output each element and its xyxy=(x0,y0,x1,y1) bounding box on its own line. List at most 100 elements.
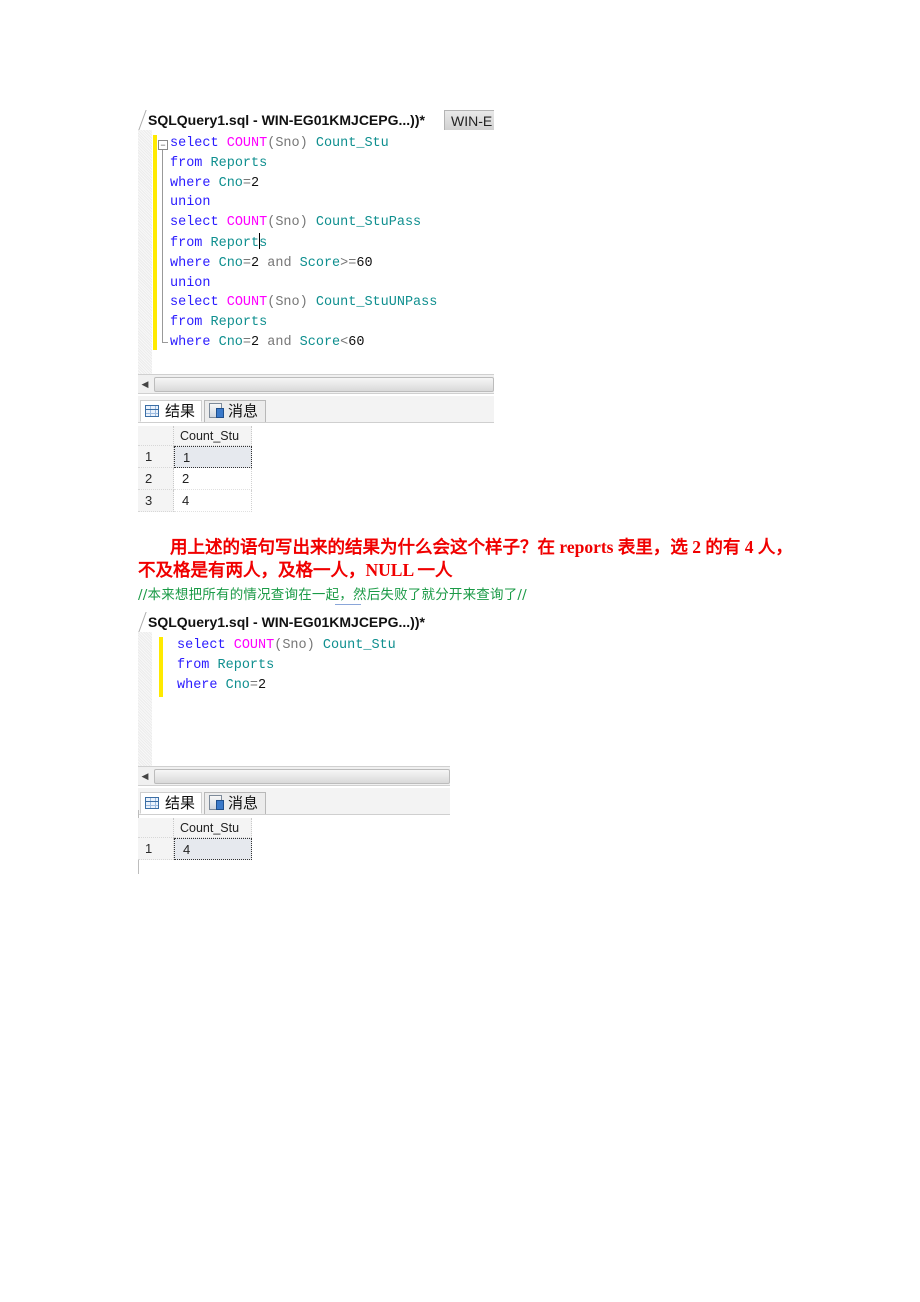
code-token: = xyxy=(242,175,252,191)
scroll-thumb[interactable] xyxy=(154,377,494,392)
code-token: from xyxy=(177,657,218,673)
code-token: s xyxy=(259,235,268,251)
code-token: 2 xyxy=(251,175,260,191)
fold-region-line xyxy=(162,150,168,343)
code-token: COUNT xyxy=(233,638,275,653)
tab-messages-label: 消息 xyxy=(228,403,259,420)
code-line[interactable]: from Reports xyxy=(170,232,437,254)
query-tab-second[interactable]: WIN-E xyxy=(444,110,494,131)
code-line[interactable]: from Reports xyxy=(177,656,396,676)
code-token: where xyxy=(170,334,219,350)
tab-results[interactable]: 结果 xyxy=(140,792,202,814)
code-line[interactable]: where Cno=2 xyxy=(170,174,437,194)
query-tab-active[interactable]: SQLQuery1.sql - WIN-EG01KMJCEPG...))* xyxy=(142,110,425,130)
code-line[interactable]: where Cno=2 and Score<60 xyxy=(170,333,437,353)
code-line[interactable]: from Reports xyxy=(170,154,437,174)
tab-messages[interactable]: 消息 xyxy=(204,400,266,422)
change-tracking-bar xyxy=(159,637,163,697)
code-token: = xyxy=(242,255,252,271)
collapse-icon[interactable]: − xyxy=(158,140,168,150)
cell-value[interactable]: 1 xyxy=(174,446,252,468)
tab-results[interactable]: 结果 xyxy=(140,400,202,422)
question-paragraph: 用上述的语句写出来的结果为什么会这个样子？在 reports 表里，选 2 的有… xyxy=(138,537,793,580)
cell-value[interactable]: 4 xyxy=(174,838,252,860)
code-token: Cno xyxy=(225,677,250,693)
sql-code[interactable]: select COUNT(Sno) Count_Stu from Reports w… xyxy=(170,134,437,353)
code-line[interactable]: where Cno=2 xyxy=(177,676,396,696)
code-token: = xyxy=(249,677,259,693)
cell-value[interactable]: 2 xyxy=(174,468,252,490)
code-token: select xyxy=(170,136,227,151)
code-token: Report xyxy=(210,235,260,251)
code-token: Reports xyxy=(217,657,275,673)
code-token: where xyxy=(170,255,219,271)
code-token: COUNT xyxy=(226,215,268,231)
code-token: and xyxy=(259,334,300,350)
row-number[interactable]: 1 xyxy=(138,838,174,860)
code-token: Cno xyxy=(218,175,243,191)
code-token: Score xyxy=(299,255,341,271)
code-token: and xyxy=(259,255,300,271)
change-tracking-bar xyxy=(153,135,157,350)
code-token: (Sno) xyxy=(267,215,316,231)
scroll-thumb[interactable] xyxy=(154,769,450,784)
tab-messages-label: 消息 xyxy=(228,795,259,812)
code-token: Reports xyxy=(210,155,268,171)
editor-gutter xyxy=(138,130,152,374)
code-token: Count_StuPass xyxy=(315,215,422,231)
messages-icon xyxy=(209,403,224,418)
tab-messages[interactable]: 消息 xyxy=(204,792,266,814)
grid-icon xyxy=(145,797,159,809)
code-line[interactable]: select COUNT(Sno) Count_StuPass xyxy=(170,213,437,233)
code-token: from xyxy=(170,315,211,331)
code-token: select xyxy=(177,638,234,653)
result-tabs: 结果 消息 xyxy=(138,788,450,815)
result-tabs: 结果 消息 xyxy=(138,396,494,423)
row-number[interactable]: 2 xyxy=(138,468,174,490)
grid-icon xyxy=(145,405,159,417)
code-token: Reports xyxy=(210,315,268,331)
cell-value[interactable]: 4 xyxy=(174,490,252,512)
code-token: 60 xyxy=(348,334,365,350)
query-tab-active[interactable]: SQLQuery1.sql - WIN-EG01KMJCEPG...))* xyxy=(142,612,425,632)
code-token: (Sno) xyxy=(274,638,323,653)
code-line[interactable]: select COUNT(Sno) Count_Stu xyxy=(177,636,396,656)
code-token: = xyxy=(242,334,252,350)
code-token: Count_Stu xyxy=(322,638,396,653)
code-line[interactable]: where Cno=2 and Score>=60 xyxy=(170,254,437,274)
ssms-screenshot-2: SQLQuery1.sql - WIN-EG01KMJCEPG...))* se… xyxy=(138,610,450,874)
tab-results-label: 结果 xyxy=(165,403,196,420)
code-token: from xyxy=(170,155,211,171)
tab-results-label: 结果 xyxy=(165,795,196,812)
code-line[interactable]: union xyxy=(170,274,437,294)
code-token: (Sno) xyxy=(267,295,316,311)
code-token: union xyxy=(170,275,211,291)
code-line[interactable]: union xyxy=(170,193,437,213)
code-token: Cno xyxy=(218,334,243,350)
row-number[interactable]: 1 xyxy=(138,446,174,468)
sql-code[interactable]: select COUNT(Sno) Count_Stu from Reports w… xyxy=(177,636,396,695)
code-token: Count_StuUNPass xyxy=(315,295,438,311)
grid-corner[interactable] xyxy=(138,818,174,838)
editor-gutter xyxy=(138,632,152,766)
column-header[interactable]: Count_Stu xyxy=(174,426,252,446)
code-token: from xyxy=(170,235,211,251)
sql-editor[interactable]: − select COUNT(Sno) Count_Stu from Report… xyxy=(138,130,494,374)
code-line[interactable]: from Reports xyxy=(170,313,437,333)
scroll-left-arrow-icon[interactable]: ◀ xyxy=(140,378,150,390)
sql-editor[interactable]: select COUNT(Sno) Count_Stu from Reports w… xyxy=(138,632,450,766)
horizontal-scrollbar[interactable]: ◀ xyxy=(138,374,494,394)
code-token: Count_Stu xyxy=(315,136,389,151)
horizontal-scrollbar[interactable]: ◀ xyxy=(138,766,450,786)
code-token: Score xyxy=(299,334,341,350)
code-token: 2 xyxy=(251,334,260,350)
grid-corner[interactable] xyxy=(138,426,174,446)
code-line[interactable]: select COUNT(Sno) Count_Stu xyxy=(170,134,437,154)
messages-icon xyxy=(209,795,224,810)
code-token: COUNT xyxy=(226,136,268,151)
code-token: where xyxy=(170,175,219,191)
scroll-left-arrow-icon[interactable]: ◀ xyxy=(140,770,150,782)
column-header[interactable]: Count_Stu xyxy=(174,818,252,838)
code-line[interactable]: select COUNT(Sno) Count_StuUNPass xyxy=(170,293,437,313)
row-number[interactable]: 3 xyxy=(138,490,174,512)
